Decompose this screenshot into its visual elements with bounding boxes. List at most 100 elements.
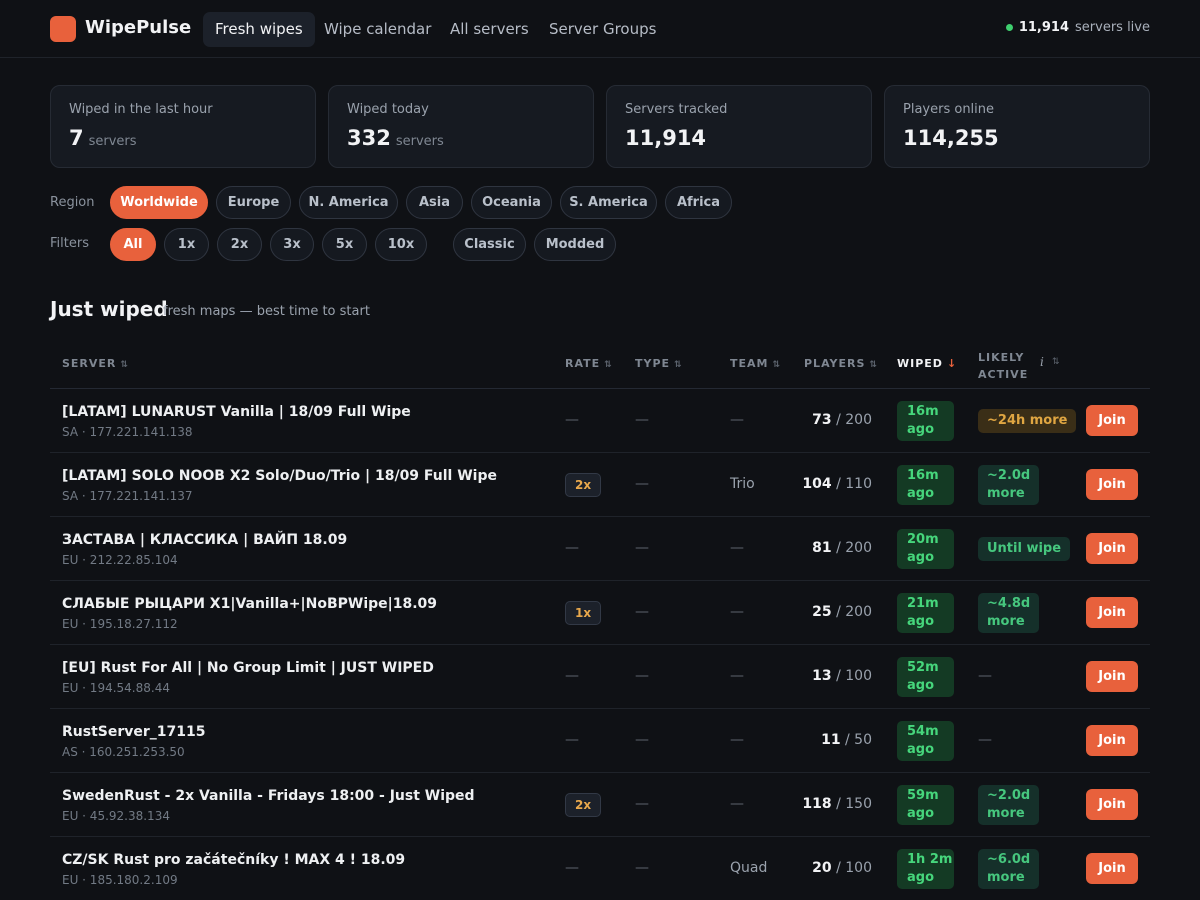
live-status: 11,914 servers live	[1005, 20, 1150, 35]
region-chip-worldwide[interactable]: Worldwide	[110, 186, 208, 219]
team-empty: —	[730, 732, 744, 748]
wiped-badge: 52m ago	[897, 657, 954, 697]
tab-fresh-wipes[interactable]: Fresh wipes	[203, 12, 315, 47]
logo-icon[interactable]	[50, 16, 76, 42]
filter-chip-5x[interactable]: 5x	[322, 228, 367, 261]
server-name[interactable]: [EU] Rust For All | No Group Limit | JUS…	[62, 660, 434, 676]
tab-wipe-calendar[interactable]: Wipe calendar	[312, 12, 443, 47]
team-size: Quad	[730, 860, 768, 876]
player-count: 81 / 200	[812, 540, 872, 556]
rate-badge: 2x	[565, 473, 602, 497]
server-name[interactable]: СЛАБЫЕ РЫЦАРИ X1|Vanilla+|NoBPWipe|18.09	[62, 596, 437, 612]
type-empty: —	[635, 412, 649, 428]
filter-chip-all[interactable]: All	[110, 228, 156, 261]
rate-empty: —	[565, 732, 579, 748]
server-address: EU · 45.92.38.134	[62, 809, 170, 823]
region-chip-asia[interactable]: Asia	[406, 186, 463, 219]
stat-unit: servers	[395, 134, 444, 149]
region-chip-s-america[interactable]: S. America	[560, 186, 657, 219]
server-name[interactable]: SwedenRust - 2x Vanilla - Fridays 18:00 …	[62, 788, 475, 804]
tab-server-groups[interactable]: Server Groups	[537, 12, 668, 47]
col-header-type[interactable]: Type ⇅	[635, 357, 683, 370]
likely-active-empty: —	[978, 668, 992, 684]
stat-card-wiped-hour: Wiped in the last hour 7 servers	[50, 85, 316, 168]
col-header-server[interactable]: Server ⇅	[62, 357, 129, 370]
col-header-players[interactable]: Players ⇅	[804, 357, 878, 370]
server-address: EU · 185.180.2.109	[62, 873, 178, 887]
filter-chip-3x[interactable]: 3x	[270, 228, 314, 261]
sort-icon: ⇅	[604, 360, 613, 370]
app-name[interactable]: WipePulse	[85, 17, 191, 38]
join-button[interactable]: Join	[1086, 725, 1138, 756]
wiped-badge: 54m ago	[897, 721, 954, 761]
sort-icon: ⇅	[120, 360, 129, 370]
type-empty: —	[635, 732, 649, 748]
region-chip-oceania[interactable]: Oceania	[471, 186, 552, 219]
join-button[interactable]: Join	[1086, 597, 1138, 628]
sort-icon[interactable]: ⇅	[1052, 357, 1060, 367]
section-title: Just wiped	[50, 297, 168, 321]
team-empty: —	[730, 412, 744, 428]
server-name[interactable]: [LATAM] SOLO NOOB X2 Solo/Duo/Trio | 18/…	[62, 468, 497, 484]
section-subtitle: fresh maps — best time to start	[163, 304, 370, 319]
rate-empty: —	[565, 860, 579, 876]
filter-chip-1x[interactable]: 1x	[164, 228, 209, 261]
info-icon[interactable]: i	[1040, 355, 1044, 369]
likely-active-badge: ~4.8d more	[978, 593, 1040, 633]
type-empty: —	[635, 860, 649, 876]
tab-all-servers[interactable]: All servers	[438, 12, 541, 47]
server-name[interactable]: CZ/SK Rust pro začátečníky ! MAX 4 ! 18.…	[62, 852, 405, 868]
table-row: SwedenRust - 2x Vanilla - Fridays 18:00 …	[50, 773, 1150, 837]
join-button[interactable]: Join	[1086, 789, 1138, 820]
player-count: 20 / 100	[812, 860, 872, 876]
table-row: СЛАБЫЕ РЫЦАРИ X1|Vanilla+|NoBPWipe|18.09…	[50, 581, 1150, 645]
wiped-badge: 20m ago	[897, 529, 954, 569]
wiped-badge: 21m ago	[897, 593, 954, 633]
stat-value: 11,914	[625, 126, 707, 150]
table-row: RustServer_17115 AS · 160.251.253.50 — —…	[50, 709, 1150, 773]
player-count: 104 / 110	[802, 476, 872, 492]
col-header-team[interactable]: Team ⇅	[730, 357, 781, 370]
player-count: 13 / 100	[812, 668, 872, 684]
region-chip-europe[interactable]: Europe	[216, 186, 291, 219]
filter-chip-10x[interactable]: 10x	[375, 228, 427, 261]
player-count: 73 / 200	[812, 412, 872, 428]
table-row: [EU] Rust For All | No Group Limit | JUS…	[50, 645, 1150, 709]
server-name[interactable]: [LATAM] LUNARUST Vanilla | 18/09 Full Wi…	[62, 404, 411, 420]
rate-empty: —	[565, 540, 579, 556]
col-header-wiped[interactable]: Wiped ↓	[897, 357, 957, 370]
region-chip-africa[interactable]: Africa	[665, 186, 732, 219]
type-empty: —	[635, 604, 649, 620]
filter-chip-2x[interactable]: 2x	[217, 228, 262, 261]
wiped-badge: 16m ago	[897, 401, 954, 441]
likely-active-badge: ~2.0d more	[978, 465, 1040, 505]
stat-value: 114,255	[903, 126, 999, 150]
filter-chip-classic[interactable]: Classic	[453, 228, 526, 261]
join-button[interactable]: Join	[1086, 533, 1138, 564]
top-nav-bar: WipePulse Fresh wipes Wipe calendar All …	[0, 0, 1200, 58]
server-address: SA · 177.221.141.138	[62, 425, 193, 439]
likely-active-empty: —	[978, 732, 992, 748]
wiped-badge: 1h 2m ago	[897, 849, 954, 889]
likely-active-badge: ~6.0d more	[978, 849, 1040, 889]
type-empty: —	[635, 540, 649, 556]
stat-label: Players online	[903, 102, 995, 117]
table-row: [LATAM] SOLO NOOB X2 Solo/Duo/Trio | 18/…	[50, 453, 1150, 517]
col-header-likely-active[interactable]: Likely Active	[978, 349, 1028, 383]
server-address: EU · 212.22.85.104	[62, 553, 178, 567]
table-row: ЗАСТАВА | КЛАССИКА | ВАЙП 18.09 EU · 212…	[50, 517, 1150, 581]
server-name[interactable]: RustServer_17115	[62, 724, 206, 740]
join-button[interactable]: Join	[1086, 405, 1138, 436]
type-empty: —	[635, 668, 649, 684]
join-button[interactable]: Join	[1086, 853, 1138, 884]
col-header-rate[interactable]: Rate ⇅	[565, 357, 613, 370]
rate-empty: —	[565, 668, 579, 684]
join-button[interactable]: Join	[1086, 661, 1138, 692]
region-chip-n-america[interactable]: N. America	[299, 186, 398, 219]
sort-icon: ⇅	[772, 360, 782, 370]
filter-chip-modded[interactable]: Modded	[534, 228, 616, 261]
server-name[interactable]: ЗАСТАВА | КЛАССИКА | ВАЙП 18.09	[62, 532, 347, 548]
stat-card-wiped-today: Wiped today 332 servers	[328, 85, 594, 168]
join-button[interactable]: Join	[1086, 469, 1138, 500]
player-count: 11 / 50	[821, 732, 872, 748]
